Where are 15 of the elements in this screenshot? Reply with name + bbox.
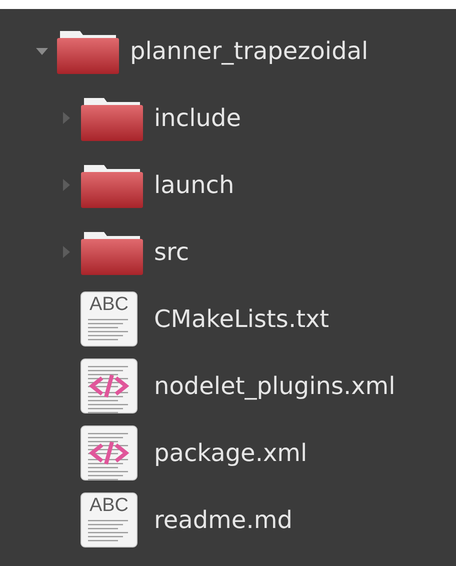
text-file-icon: ABC (80, 492, 138, 548)
file-name[interactable]: package.xml (154, 438, 308, 466)
text-file-icon: ABC (80, 290, 138, 346)
folder-name[interactable]: launch (154, 170, 234, 198)
expand-arrow-icon[interactable] (60, 246, 72, 258)
code-file-icon (80, 358, 138, 414)
folder-name[interactable]: include (154, 104, 241, 132)
expand-arrow-icon[interactable] (60, 178, 72, 190)
folder-name[interactable]: planner_trapezoidal (130, 36, 368, 64)
code-file-icon (80, 424, 138, 480)
file-name[interactable]: readme.md (154, 506, 292, 534)
file-name[interactable]: nodelet_plugins.xml (154, 372, 396, 400)
file-name[interactable]: CMakeLists.txt (154, 304, 330, 332)
expand-arrow-icon[interactable] (60, 112, 72, 124)
folder-name[interactable]: src (154, 238, 190, 266)
